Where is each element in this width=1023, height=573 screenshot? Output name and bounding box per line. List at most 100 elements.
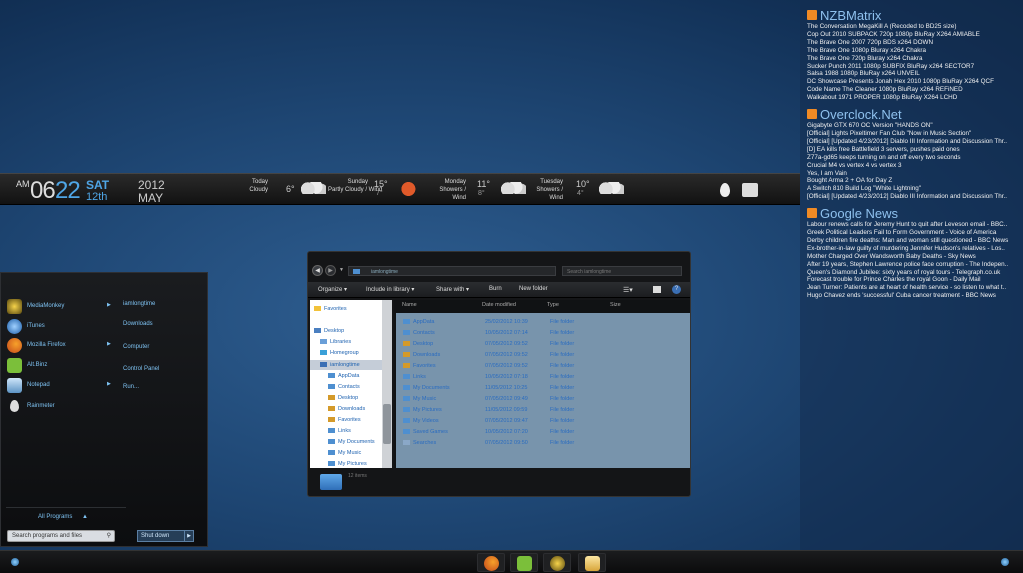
- feed-item[interactable]: The Brave One 1080p Bluray x264 Chakra: [807, 47, 1021, 55]
- feed-item[interactable]: Sucker Punch 2011 1080p SUBFIX BluRay x2…: [807, 63, 1021, 71]
- feed-title[interactable]: NZBMatrix: [800, 8, 1023, 23]
- taskbar-explorer[interactable]: [578, 553, 606, 572]
- feed-item[interactable]: Mother Charged Over Wandsworth Baby Deat…: [807, 253, 1021, 261]
- start-right-downloads[interactable]: Downloads: [123, 321, 153, 327]
- back-button[interactable]: ◀: [312, 265, 323, 276]
- start-item-firefox[interactable]: Mozilla Firefox: [7, 336, 115, 354]
- help-icon[interactable]: ?: [672, 285, 681, 294]
- feed-item[interactable]: Crucial M4 vs vertex 4 vs vertex 3: [807, 162, 1021, 170]
- feed-item[interactable]: Forecast trouble for Prince Charles the …: [807, 276, 1021, 284]
- nav-contacts[interactable]: Contacts: [328, 384, 360, 390]
- file-row[interactable]: Desktop 07/05/2012 09:52 File folder: [398, 339, 688, 350]
- share-with-button[interactable]: Share with ▾: [436, 286, 469, 293]
- start-orb-icon[interactable]: [11, 558, 19, 566]
- submenu-arrow-icon[interactable]: ▶: [107, 302, 111, 308]
- nav-appdata[interactable]: AppData: [328, 373, 359, 379]
- start-item-itunes[interactable]: iTunes: [7, 317, 115, 335]
- preview-pane-icon[interactable]: [653, 286, 661, 293]
- column-size[interactable]: Size: [610, 302, 621, 308]
- all-programs-button[interactable]: All Programs ▲: [38, 514, 88, 520]
- file-row[interactable]: My Documents 11/05/2012 10:25 File folder: [398, 383, 688, 394]
- nav-my-documents[interactable]: My Documents: [328, 439, 375, 445]
- column-date-modified[interactable]: Date modified: [482, 302, 516, 308]
- feed-item[interactable]: A Switch 810 Build Log "White Lightning": [807, 185, 1021, 193]
- file-row[interactable]: Searches 07/05/2012 09:50 File folder: [398, 438, 688, 449]
- feed-item[interactable]: The Brave One 2007 720p BDS x264 DOWN: [807, 39, 1021, 47]
- explorer-search-input[interactable]: Search iamlongtime: [562, 266, 682, 276]
- feed-item[interactable]: Derby children fire deaths: Man and woma…: [807, 237, 1021, 245]
- start-item-rainmeter[interactable]: Rainmeter: [7, 397, 115, 415]
- nav-links[interactable]: Links: [328, 428, 351, 434]
- start-item-notepad[interactable]: Notepad: [7, 376, 115, 394]
- file-row[interactable]: Downloads 07/05/2012 09:52 File folder: [398, 350, 688, 361]
- submenu-arrow-icon[interactable]: ▶: [107, 381, 111, 387]
- new-folder-button[interactable]: New folder: [519, 286, 548, 292]
- nav-favorites-folder[interactable]: Favorites: [328, 417, 361, 423]
- start-right-run[interactable]: Run...: [123, 384, 139, 390]
- feed-item[interactable]: Salsa 1988 1080p BluRay x264 UNVEIL: [807, 70, 1021, 78]
- feed-item[interactable]: After 19 years, Stephen Lawrence police …: [807, 261, 1021, 269]
- scrollbar-thumb[interactable]: [383, 404, 391, 444]
- start-item-altbinz[interactable]: Alt.Binz: [7, 356, 115, 374]
- drive-icon[interactable]: [742, 183, 758, 197]
- history-dropdown[interactable]: ▼: [339, 267, 344, 273]
- feed-item[interactable]: Greek Political Leaders Fail to Form Gov…: [807, 229, 1021, 237]
- nav-my-pictures[interactable]: My Pictures: [328, 461, 367, 467]
- start-right-control-panel[interactable]: Control Panel: [123, 366, 159, 372]
- feed-item[interactable]: Yes, I am Vain: [807, 170, 1021, 178]
- feed-item[interactable]: The Brave One 720p Bluray x264 Chakra: [807, 55, 1021, 63]
- feed-item[interactable]: Bought Arma 2 + OA for Day Z: [807, 177, 1021, 185]
- nav-libraries[interactable]: Libraries: [320, 339, 351, 345]
- feed-item[interactable]: Labour renews calls for Jeremy Hunt to q…: [807, 221, 1021, 229]
- forward-button[interactable]: ▶: [325, 265, 336, 276]
- nav-user-folder-selected[interactable]: iamlongtime: [310, 360, 382, 370]
- feed-item[interactable]: [Official] [Updated 4/23/2012] Diablo II…: [807, 138, 1021, 146]
- nav-desktop[interactable]: Desktop: [314, 328, 344, 334]
- feed-item[interactable]: Queen's Diamond Jubilee: sixty years of …: [807, 269, 1021, 277]
- view-options-icon[interactable]: ☰▾: [623, 286, 633, 294]
- feed-title[interactable]: Google News: [800, 206, 1023, 221]
- taskbar-firefox[interactable]: [477, 553, 505, 572]
- feed-item[interactable]: Ex-brother-in-law guilty of murdering Je…: [807, 245, 1021, 253]
- file-row[interactable]: Favorites 07/05/2012 09:52 File folder: [398, 361, 688, 372]
- file-row[interactable]: Contacts 10/05/2012 07:14 File folder: [398, 328, 688, 339]
- shutdown-button[interactable]: Shut down ▶: [137, 530, 194, 542]
- burn-button[interactable]: Burn: [489, 286, 502, 292]
- nav-scrollbar[interactable]: [382, 300, 392, 468]
- taskbar-altbinz[interactable]: [510, 553, 538, 572]
- feed-item[interactable]: Jean Turner: Patients are at heart of he…: [807, 284, 1021, 292]
- rainmeter-drop-icon[interactable]: [720, 183, 730, 197]
- submenu-arrow-icon[interactable]: ▶: [107, 341, 111, 347]
- address-bar[interactable]: iamlongtime: [348, 266, 556, 276]
- file-row[interactable]: My Pictures 11/05/2012 09:59 File folder: [398, 405, 688, 416]
- nav-downloads[interactable]: Downloads: [328, 406, 365, 412]
- shutdown-options-arrow[interactable]: ▶: [184, 530, 194, 542]
- feed-item[interactable]: [D] EA kills free Battlefield 3 servers,…: [807, 146, 1021, 154]
- file-row[interactable]: Links 10/05/2012 07:18 File folder: [398, 372, 688, 383]
- start-item-mediamonkey[interactable]: MediaMonkey: [7, 297, 115, 315]
- feed-item[interactable]: Hugo Chavez ends 'successful' Cuba cance…: [807, 292, 1021, 300]
- taskbar-mediamonkey[interactable]: [543, 553, 571, 572]
- file-row[interactable]: Saved Games 10/05/2012 07:20 File folder: [398, 427, 688, 438]
- nav-favorites[interactable]: Favorites: [314, 306, 347, 312]
- nav-desktop-folder[interactable]: Desktop: [328, 395, 358, 401]
- file-row[interactable]: My Videos 07/05/2012 09:47 File folder: [398, 416, 688, 427]
- organize-button[interactable]: Organize ▾: [318, 286, 347, 293]
- feed-item[interactable]: Code Name The Cleaner 1080p BluRay x264 …: [807, 86, 1021, 94]
- include-library-button[interactable]: Include in library ▾: [366, 286, 414, 293]
- feed-item[interactable]: Walkabout 1971 PROPER 1080p BluRay X264 …: [807, 94, 1021, 102]
- nav-my-music[interactable]: My Music: [328, 450, 361, 456]
- feed-item[interactable]: Z77a-gd65 keeps turning on and off every…: [807, 154, 1021, 162]
- feed-item[interactable]: [Official] [Updated 4/23/2012] Diablo II…: [807, 193, 1021, 201]
- feed-item[interactable]: The Conversation MegaKill A (Recoded to …: [807, 23, 1021, 31]
- show-desktop-icon[interactable]: [1001, 558, 1009, 566]
- column-name[interactable]: Name: [402, 302, 417, 308]
- file-row[interactable]: My Music 07/05/2012 09:49 File folder: [398, 394, 688, 405]
- feed-item[interactable]: Cop Out 2010 SUBPACK 720p 1080p BluRay X…: [807, 31, 1021, 39]
- start-right-user[interactable]: iamlongtime: [123, 301, 155, 307]
- file-row[interactable]: AppData 25/02/2012 10:39 File folder: [398, 317, 688, 328]
- feed-item[interactable]: [Official] Lights Pixeltimer Fan Club "N…: [807, 130, 1021, 138]
- start-right-computer[interactable]: Computer: [123, 344, 149, 350]
- nav-homegroup[interactable]: Homegroup: [320, 350, 359, 356]
- feed-title[interactable]: Overclock.Net: [800, 107, 1023, 122]
